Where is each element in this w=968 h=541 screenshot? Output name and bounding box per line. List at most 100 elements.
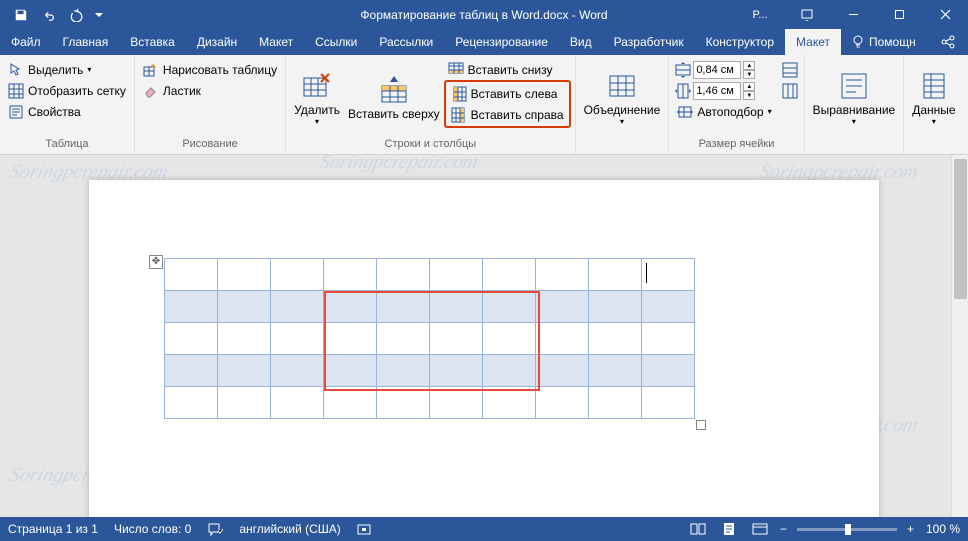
autofit-button[interactable]: Автоподбор ▾ (673, 101, 775, 122)
row-height-spinner[interactable]: ▲▼ (673, 59, 775, 80)
table-move-handle[interactable]: ✥ (149, 255, 163, 269)
text-cursor (646, 263, 647, 283)
maximize-button[interactable] (876, 0, 922, 29)
ribbon-options-button[interactable] (784, 0, 830, 29)
insert-below-icon (448, 62, 464, 78)
undo-button[interactable] (36, 3, 62, 27)
alignment-button[interactable]: Выравнивание▾ (809, 59, 900, 137)
tab-рецензирование[interactable]: Рецензирование (444, 29, 559, 55)
data-icon (918, 70, 950, 102)
account-badge[interactable]: P... (742, 3, 778, 27)
macro-button[interactable] (349, 517, 379, 541)
row-height-icon (675, 62, 691, 78)
select-button[interactable]: Выделить ▾ (4, 59, 130, 80)
print-layout-icon (722, 522, 736, 536)
word-count[interactable]: Число слов: 0 (106, 517, 199, 541)
macro-icon (357, 522, 371, 536)
properties-icon (8, 104, 24, 120)
pencil-table-icon (143, 62, 159, 78)
tab-конструктор[interactable]: Конструктор (695, 29, 785, 55)
zoom-thumb[interactable] (845, 524, 851, 535)
group-merge: Объединение▾ (576, 55, 670, 154)
vertical-scrollbar[interactable] (951, 155, 968, 517)
group-label: Рисование (139, 138, 281, 152)
redo-button[interactable] (64, 3, 90, 27)
tab-макет[interactable]: Макет (248, 29, 304, 55)
document-page[interactable]: ✥ (89, 180, 879, 517)
insert-above-button[interactable]: Вставить сверху (344, 59, 444, 137)
read-mode-button[interactable] (682, 517, 714, 541)
group-table: Выделить ▾ Отобразить сетку Свойства Таб… (0, 55, 135, 154)
page-indicator[interactable]: Страница 1 из 1 (0, 517, 106, 541)
spellcheck-button[interactable] (199, 517, 231, 541)
spin-down[interactable]: ▼ (743, 91, 755, 100)
ribbon-tabs: ФайлГлавнаяВставкаДизайнМакетСсылкиРассы… (0, 29, 968, 55)
group-label: Размер ячейки (673, 138, 799, 152)
group-label (809, 138, 900, 152)
window-controls: P... (742, 0, 968, 29)
tab-ссылки[interactable]: Ссылки (304, 29, 368, 55)
highlighted-insert-options: Вставить слева Вставить справа (444, 80, 571, 128)
tell-me[interactable]: Помощн (841, 29, 926, 55)
distribute-cols-button[interactable] (780, 80, 800, 101)
autofit-icon (677, 104, 693, 120)
document-table[interactable] (164, 258, 695, 419)
minimize-button[interactable] (830, 0, 876, 29)
group-label: Строки и столбцы (290, 138, 570, 152)
read-mode-icon (690, 522, 706, 536)
close-button[interactable] (922, 0, 968, 29)
zoom-level[interactable]: 100 % (918, 517, 968, 541)
group-rows-cols: Удалить▾ Вставить сверху Вставить снизу … (286, 55, 575, 154)
col-width-spinner[interactable]: ▲▼ (673, 80, 775, 101)
spin-up[interactable]: ▲ (743, 61, 755, 70)
tab-главная[interactable]: Главная (52, 29, 120, 55)
tab-рассылки[interactable]: Рассылки (368, 29, 444, 55)
eraser-icon (143, 83, 159, 99)
group-align: Выравнивание▾ (805, 55, 905, 154)
ribbon: Выделить ▾ Отобразить сетку Свойства Таб… (0, 55, 968, 155)
print-layout-button[interactable] (714, 517, 744, 541)
insert-right-icon (451, 107, 467, 123)
eraser-button[interactable]: Ластик (139, 80, 281, 101)
tell-me-label: Помощн (869, 35, 916, 49)
table-resize-handle[interactable] (696, 420, 706, 430)
quick-access-toolbar (0, 3, 106, 27)
spin-up[interactable]: ▲ (743, 82, 755, 91)
merge-button[interactable]: Объединение▾ (580, 59, 665, 137)
delete-button[interactable]: Удалить▾ (290, 59, 344, 137)
tab-разработчик[interactable]: Разработчик (603, 29, 695, 55)
tab-вставка[interactable]: Вставка (119, 29, 186, 55)
insert-left-icon (451, 86, 467, 102)
tab-дизайн[interactable]: Дизайн (186, 29, 248, 55)
insert-above-icon (378, 74, 410, 106)
insert-right-button[interactable]: Вставить справа (447, 104, 568, 125)
group-data: Данные▾ (904, 55, 963, 154)
scrollbar-thumb[interactable] (954, 159, 967, 299)
alignment-icon (838, 70, 870, 102)
web-layout-button[interactable] (744, 517, 776, 541)
zoom-out-button[interactable]: − (776, 517, 791, 541)
insert-below-button[interactable]: Вставить снизу (444, 59, 571, 80)
language-indicator[interactable]: английский (США) (231, 517, 348, 541)
zoom-in-button[interactable]: + (903, 517, 918, 541)
customize-qat-button[interactable] (92, 3, 106, 27)
col-width-input[interactable] (693, 82, 741, 100)
tab-вид[interactable]: Вид (559, 29, 603, 55)
share-button[interactable] (928, 29, 968, 55)
insert-left-button[interactable]: Вставить слева (447, 83, 568, 104)
lightbulb-icon (851, 35, 865, 49)
draw-table-button[interactable]: Нарисовать таблицу (139, 59, 281, 80)
data-button[interactable]: Данные▾ (908, 59, 959, 137)
row-height-input[interactable] (693, 61, 741, 79)
window-title: Форматирование таблиц в Word.docx - Word (360, 8, 607, 22)
tab-макет[interactable]: Макет (785, 29, 841, 55)
zoom-slider[interactable] (797, 528, 897, 531)
share-icon (940, 34, 956, 50)
distribute-rows-button[interactable] (780, 59, 800, 80)
spin-down[interactable]: ▼ (743, 70, 755, 79)
web-layout-icon (752, 522, 768, 536)
view-gridlines-button[interactable]: Отобразить сетку (4, 80, 130, 101)
properties-button[interactable]: Свойства (4, 101, 130, 122)
save-button[interactable] (8, 3, 34, 27)
tab-файл[interactable]: Файл (0, 29, 52, 55)
